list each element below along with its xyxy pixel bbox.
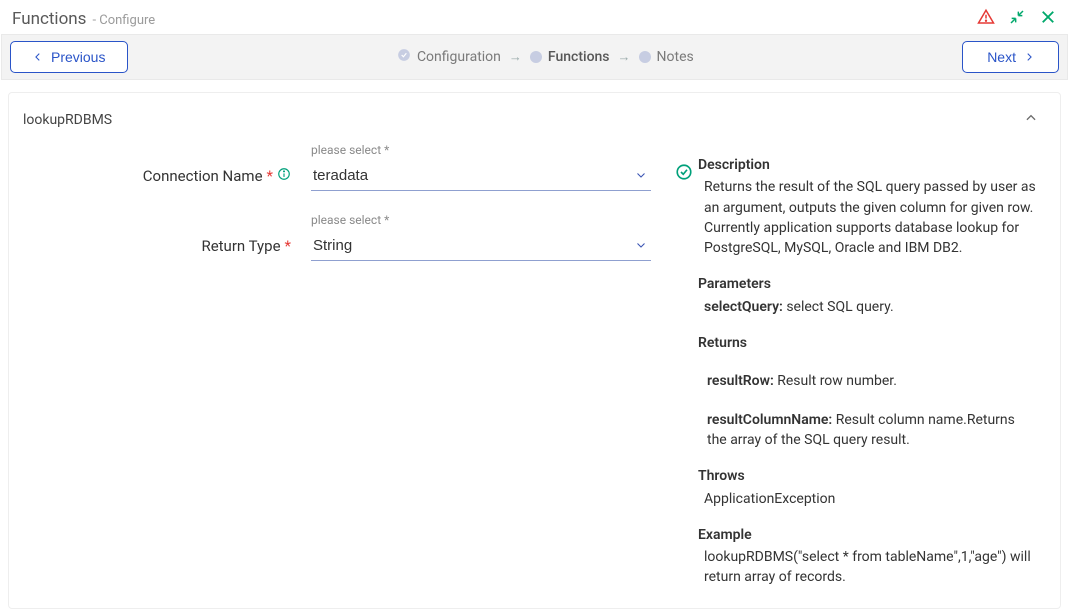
return-type-label: Return Type *	[31, 237, 291, 255]
page-title: Functions	[12, 9, 86, 29]
page-subtitle: - Configure	[92, 13, 155, 28]
close-icon[interactable]	[1039, 8, 1057, 30]
panel-body: Connection Name * please select *	[9, 147, 1060, 608]
step-notes[interactable]: Notes	[639, 49, 694, 65]
step-label: Functions	[548, 49, 610, 65]
return-type-select[interactable]: please select *	[311, 231, 651, 261]
warning-icon[interactable]	[977, 8, 995, 30]
return-name: resultColumnName:	[707, 412, 832, 428]
arrow-icon: →	[618, 49, 631, 65]
return-type-input[interactable]	[311, 231, 651, 261]
step-label: Configuration	[417, 49, 501, 65]
info-icon[interactable]	[277, 167, 291, 185]
label-text: Return Type	[201, 237, 280, 255]
panel-title: lookupRDBMS	[23, 112, 112, 128]
function-panel: lookupRDBMS Connection Name * please sel…	[8, 92, 1061, 609]
connection-name-label: Connection Name *	[31, 167, 291, 185]
wizard-nav: Previous Configuration → Functions → Not…	[1, 34, 1068, 80]
param-name: selectQuery:	[704, 299, 783, 315]
description-title: Description	[698, 155, 1038, 175]
compress-icon[interactable]	[1009, 9, 1025, 29]
throws-title: Throws	[698, 466, 1038, 486]
dialog-header: Functions - Configure	[0, 0, 1069, 34]
example-title: Example	[698, 525, 1038, 545]
chevron-right-icon	[1024, 52, 1034, 62]
check-circle-icon	[397, 48, 411, 66]
example-text: lookupRDBMS("select * from tableName",1,…	[698, 547, 1038, 588]
required-indicator: *	[267, 167, 273, 185]
throws-text: ApplicationException	[698, 489, 1038, 509]
step-label: Notes	[657, 49, 694, 65]
next-button-label: Next	[987, 49, 1016, 65]
previous-button-label: Previous	[51, 49, 105, 65]
valid-check-icon	[675, 163, 693, 185]
wizard-steps: Configuration → Functions → Notes	[397, 48, 694, 66]
step-functions[interactable]: Functions	[530, 49, 610, 65]
form-area: Connection Name * please select *	[31, 155, 668, 588]
chevron-left-icon	[33, 52, 43, 62]
return-text: Result row number.	[774, 373, 897, 389]
parameter-row: selectQuery: select SQL query.	[698, 297, 1038, 317]
return-type-row: Return Type * please select *	[31, 231, 668, 261]
return-name: resultRow:	[707, 373, 774, 389]
header-left: Functions - Configure	[12, 9, 155, 29]
float-label: please select *	[311, 143, 389, 157]
step-dot-icon	[639, 51, 651, 63]
step-dot-icon	[530, 51, 542, 63]
panel-header[interactable]: lookupRDBMS	[9, 93, 1060, 147]
connection-name-select[interactable]: please select *	[311, 161, 651, 191]
returns-title: Returns	[698, 333, 1038, 353]
next-button[interactable]: Next	[962, 41, 1059, 73]
arrow-icon: →	[509, 49, 522, 65]
description-panel: Description Returns the result of the SQ…	[698, 155, 1038, 588]
param-text: select SQL query.	[783, 299, 894, 315]
return-row: resultColumnName: Result column name.Ret…	[698, 410, 1038, 451]
parameters-title: Parameters	[698, 274, 1038, 294]
connection-name-input[interactable]	[311, 161, 651, 191]
step-configuration[interactable]: Configuration	[397, 48, 501, 66]
previous-button[interactable]: Previous	[10, 41, 128, 73]
chevron-up-icon	[1024, 111, 1038, 129]
required-indicator: *	[285, 237, 291, 255]
label-text: Connection Name	[143, 167, 263, 185]
description-text: Returns the result of the SQL query pass…	[698, 177, 1038, 258]
return-row: resultRow: Result row number.	[698, 371, 1038, 391]
connection-name-row: Connection Name * please select *	[31, 161, 668, 191]
header-actions	[977, 8, 1057, 30]
float-label: please select *	[311, 213, 389, 227]
